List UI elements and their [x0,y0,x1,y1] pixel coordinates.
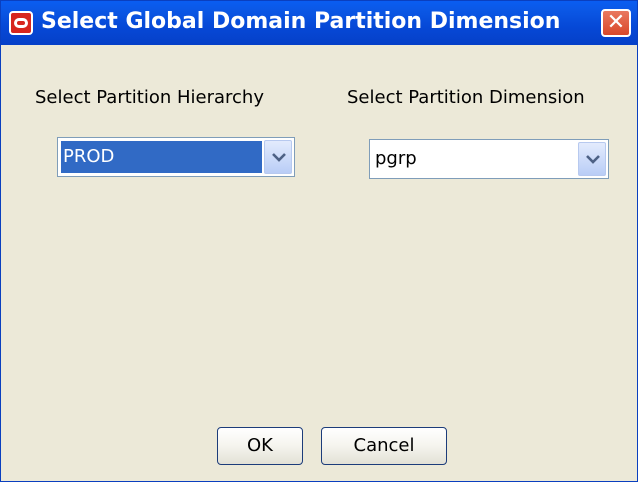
partition-dimension-selected-value: pgrp [375,148,417,169]
partition-dimension-label: Select Partition Dimension [347,87,585,108]
chevron-down-icon [586,155,600,164]
close-button[interactable]: ✕ [601,9,631,37]
partition-hierarchy-label: Select Partition Hierarchy [35,87,264,108]
cancel-button[interactable]: Cancel [321,427,447,465]
partition-dimension-dropdown-button[interactable] [578,142,606,176]
oracle-logo-icon [9,11,33,35]
ok-button[interactable]: OK [217,427,303,465]
partition-hierarchy-selected-value: PROD [61,141,262,173]
oracle-ring-shape [14,18,28,28]
partition-hierarchy-dropdown-button[interactable] [264,140,292,174]
title-bar[interactable]: Select Global Domain Partition Dimension… [1,1,637,45]
window-title: Select Global Domain Partition Dimension [41,9,561,34]
dialog-window: Select Global Domain Partition Dimension… [0,0,638,482]
partition-hierarchy-select[interactable]: PROD [57,137,295,177]
close-icon: ✕ [606,10,626,35]
partition-dimension-select[interactable]: pgrp [369,139,609,179]
chevron-down-icon [272,153,286,162]
